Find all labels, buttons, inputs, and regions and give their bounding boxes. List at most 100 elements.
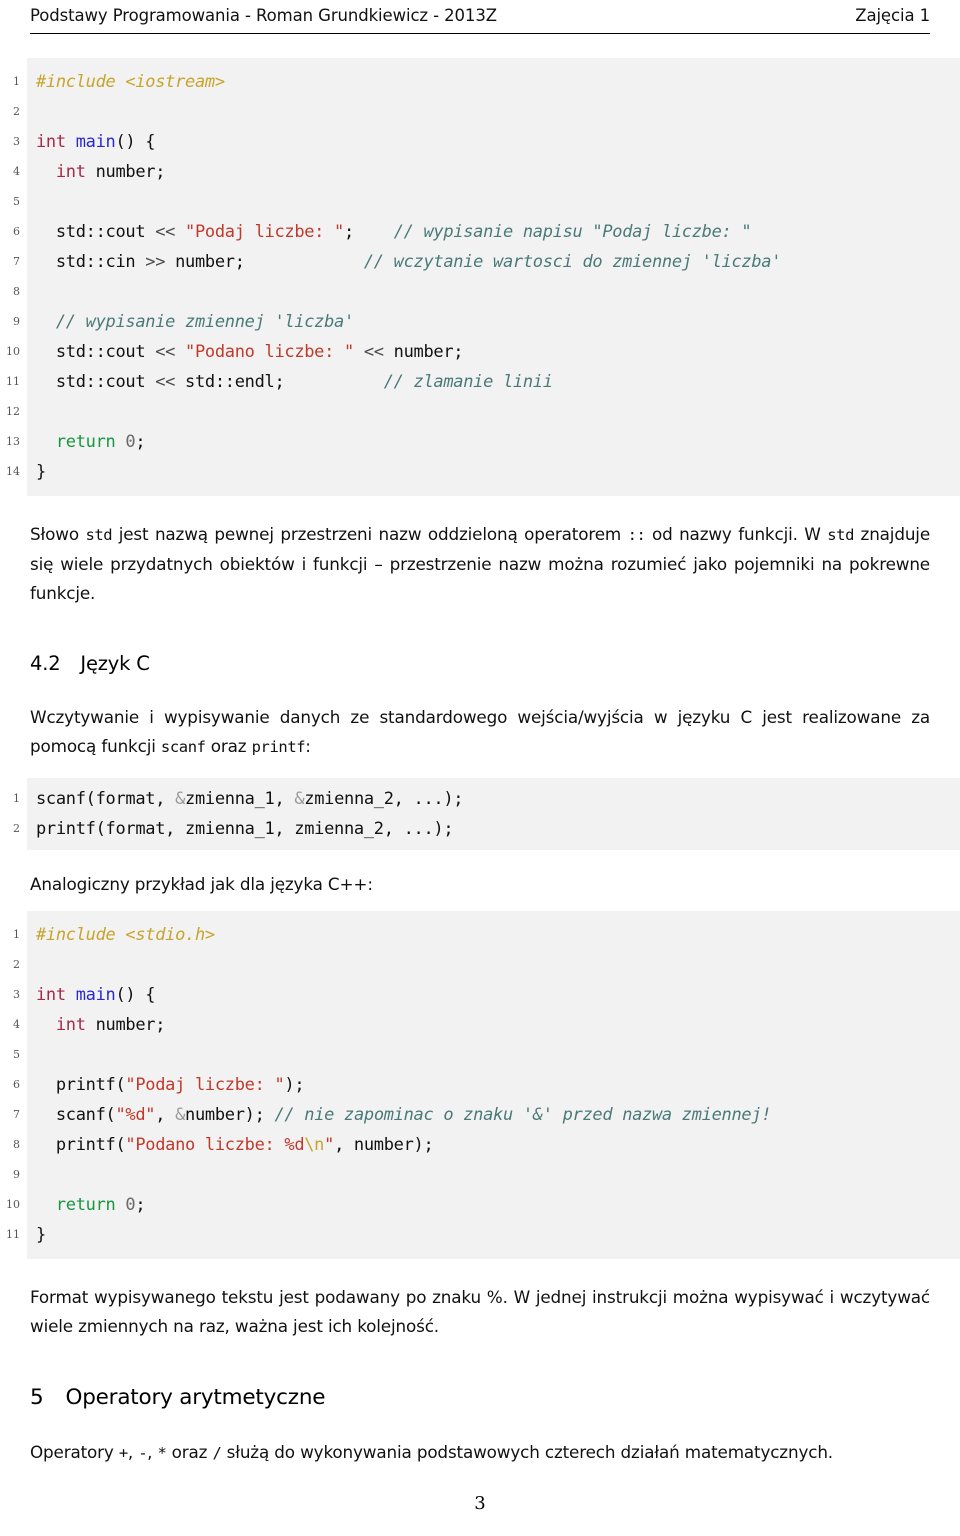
code-line: 3 int main() { [13,127,960,157]
heading-section-5: 5 Operatory arytmetyczne [30,1385,960,1410]
paragraph-std-namespace: Słowo std jest nazwą pewnej przestrzeni … [30,520,930,608]
code-token-fn: main [75,132,116,152]
code-token-kw: int [55,162,86,182]
code-token-op: >> [145,252,166,272]
code-token-plain: ; [135,432,146,452]
line-number: 13 [6,435,20,448]
line-number: 4 [13,165,20,178]
header-rule [30,33,930,35]
line-number: 5 [13,195,20,208]
code-token-plain: , [155,1105,176,1125]
line-number: 1 [13,928,20,941]
code-token-str: "%d" [115,1105,156,1125]
code-token-amp: & [175,789,186,809]
code-token-amp: & [294,789,305,809]
code-token-cmt: // wypisanie zmiennej 'liczba' [55,312,354,332]
code-token-plain: printf(format, zmienna_1, zmienna_2, ...… [36,819,454,839]
heading-number: 4.2 [30,652,61,675]
line-number: 6 [13,225,20,238]
line-number: 2 [13,822,20,835]
heading-section-4-2: 4.2 Język C [30,652,960,675]
code-token-plain: ); [284,1075,305,1095]
code-token-plain: () { [115,985,156,1005]
code-token-plain: ; [135,1195,146,1215]
text-run: służą do wykonywania podstawowych cztere… [221,1442,834,1462]
code-line: 7 scanf("%d", &number); // nie zapominac… [13,1100,960,1130]
code-token-plain: } [36,1225,46,1245]
line-number: 8 [13,285,20,298]
inline-code: std [85,526,113,544]
page-content: 1 #include <iostream> 2 3 int main() {4 int … [0,46,960,1468]
code-token-kw-ret: return [55,1195,116,1215]
running-header: Podstawy Programowania - Roman Grundkiew… [30,6,930,25]
code-token-plain: std::cin [36,252,146,272]
code-line: 10 return 0; [6,1190,960,1220]
line-number: 1 [13,75,20,88]
paragraph-format-specifier: Format wypisywanego tekstu jest podawany… [30,1283,930,1341]
line-number: 11 [6,1228,20,1241]
text-run: Format wypisywanego tekstu jest podawany… [30,1287,930,1336]
text-run: , [147,1442,158,1462]
code-listing-signatures: 1 scanf(format, &zmienna_1, &zmienna_2, .… [13,778,960,850]
code-line: 2 printf(format, zmienna_1, zmienna_2, ..… [13,814,960,844]
code-line: 12 [6,397,960,427]
page-number: 3 [474,1493,486,1514]
code-token-kw: int [36,132,66,152]
text-run: Operatory [30,1442,119,1462]
code-listing-c: 1 #include <stdio.h> 2 3 int main() {4 int n… [6,911,960,1259]
code-line: 6 printf("Podaj liczbe: "); [13,1070,960,1100]
code-token-plain: } [36,462,46,482]
line-number: 10 [6,1198,20,1211]
code-line: 9 [13,1160,960,1190]
line-number: 2 [13,105,20,118]
code-line: 5 [13,187,960,217]
code-line: 1 scanf(format, &zmienna_1, &zmienna_2, .… [13,784,960,814]
header-left-title: Podstawy Programowania - Roman Grundkiew… [30,6,497,25]
code-token-plain: number; [383,342,464,362]
code-token-str: "Podaj liczbe: " [125,1075,285,1095]
code-token-pre: #include <stdio.h> [36,925,215,945]
line-number: 1 [13,792,20,805]
text-run: , [127,1442,139,1462]
code-token-kw-ret: return [55,432,116,452]
code-token-cmt: // zlamanie linii [383,372,553,392]
code-token-plain: zmienna_2, ...); [304,789,464,809]
code-line: 1 #include <stdio.h> [13,920,960,950]
text-run: od nazwy funkcji. W [645,524,828,544]
code-line: 8 [13,277,960,307]
code-token-kw: int [36,985,66,1005]
code-line: 11} [6,1220,960,1250]
heading-number: 5 [30,1385,44,1410]
text-run: oraz [205,736,252,756]
code-token-amp: & [175,1105,186,1125]
line-number: 3 [13,988,20,1001]
inline-code: + [118,1444,128,1462]
text-run: Słowo [30,524,86,544]
code-token-plain: std::endl; [175,372,384,392]
code-token-num: 0 [125,432,136,452]
inline-code: std [827,526,855,544]
line-number: 10 [6,345,20,358]
code-token-num: 0 [125,1195,136,1215]
code-token-str: "Podano liczbe: %d [125,1135,305,1155]
inline-code: printf [251,738,306,756]
code-line: 3 int main() { [13,980,960,1010]
code-token-cmt: // nie zapominac o znaku '&' przed nazwa… [274,1105,772,1125]
code-token-plain: number; [165,252,364,272]
code-line: 9 // wypisanie zmiennej 'liczba' [13,307,960,337]
code-line: 6 std::cout << "Podaj liczbe: "; // wypi… [13,217,960,247]
